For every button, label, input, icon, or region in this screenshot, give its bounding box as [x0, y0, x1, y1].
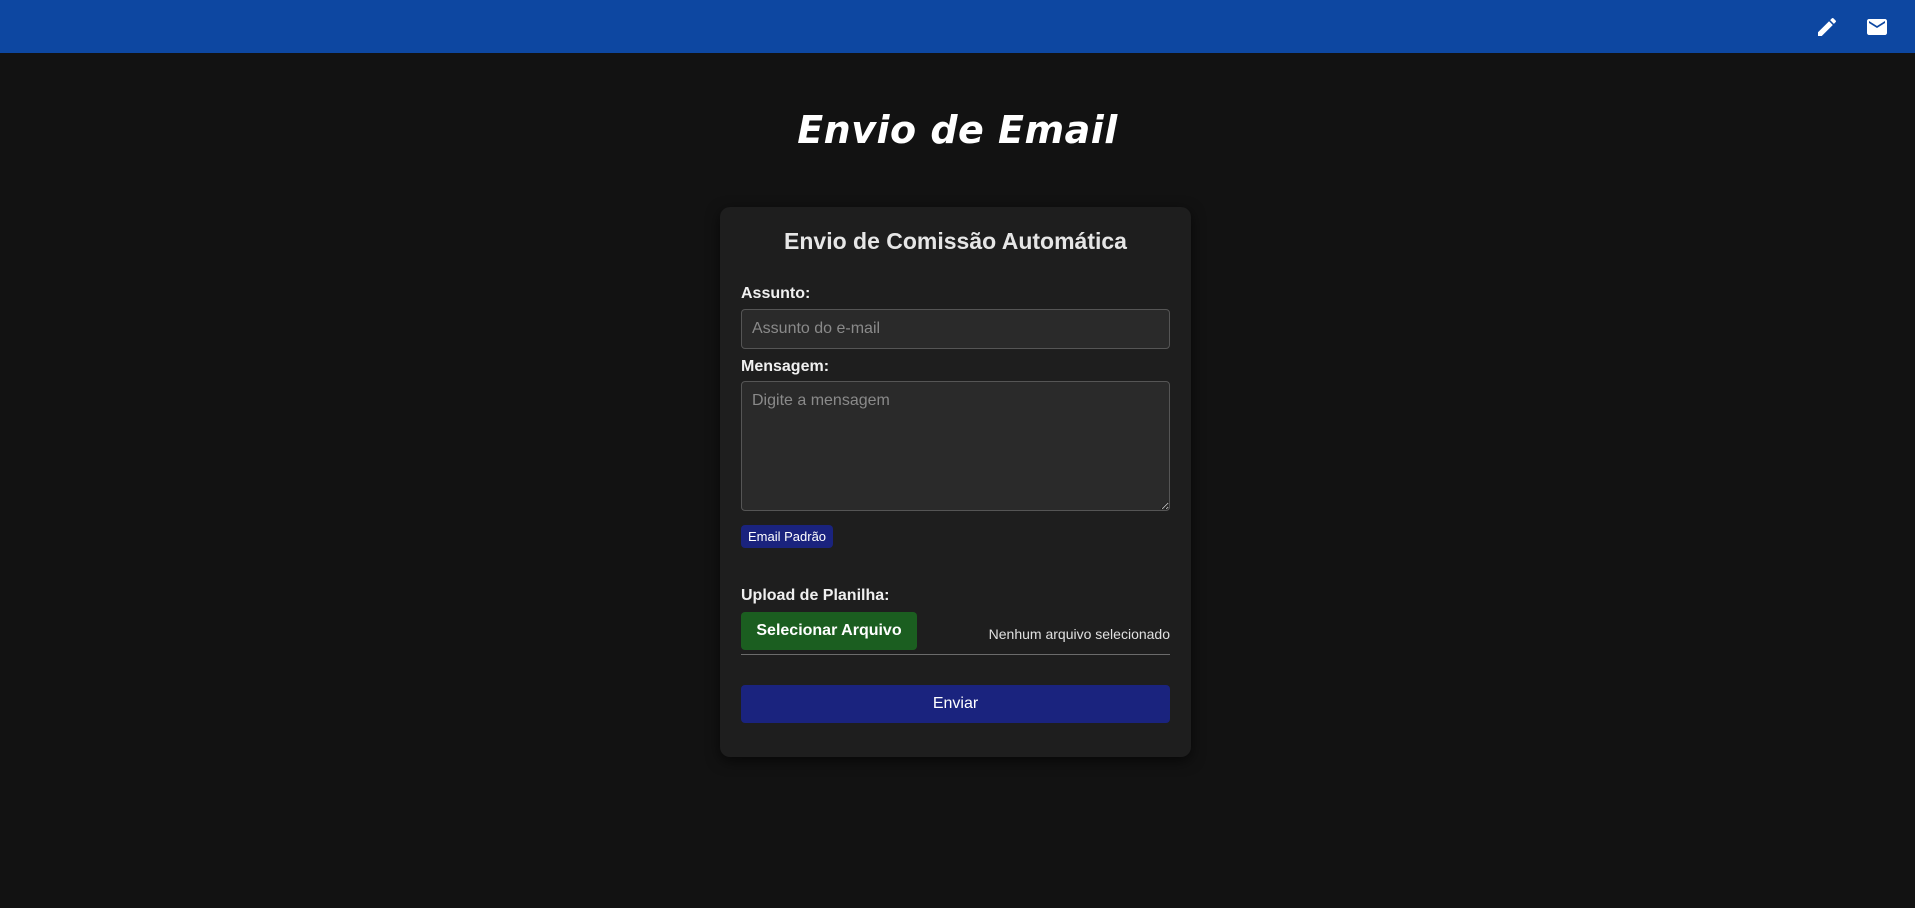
message-label: Mensagem: [741, 358, 830, 375]
subject-label: Assunto: [741, 285, 811, 302]
mail-icon[interactable] [1863, 13, 1891, 41]
select-file-button[interactable]: Selecionar Arquivo [741, 612, 917, 650]
divider [741, 654, 1170, 655]
upload-label: Upload de Planilha: [741, 587, 890, 604]
edit-pencil-icon[interactable] [1813, 13, 1841, 41]
message-textarea[interactable] [741, 381, 1170, 511]
top-app-bar [0, 0, 1915, 53]
form-title: Envio de Comissão Automática [784, 228, 1127, 254]
email-form-card: Envio de Comissão Automática Assunto: Me… [720, 207, 1191, 757]
page-title: Envio de Email [797, 108, 1118, 152]
subject-input[interactable] [741, 309, 1170, 349]
send-button[interactable]: Enviar [741, 685, 1170, 723]
default-email-button[interactable]: Email Padrão [741, 525, 834, 548]
file-status-text: Nenhum arquivo selecionado [988, 626, 1170, 642]
